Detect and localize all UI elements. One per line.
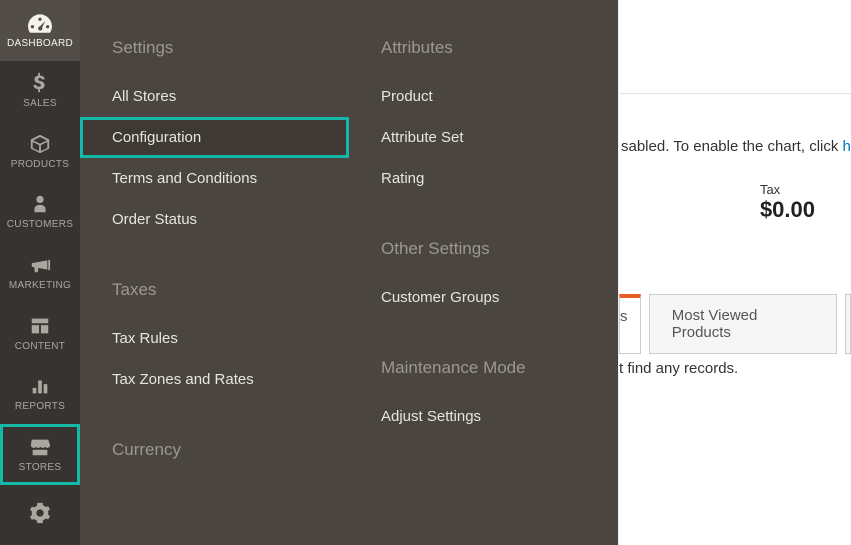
rail-label: DASHBOARD	[7, 38, 73, 49]
flyout-heading-maintenance: Maintenance Mode	[349, 318, 618, 396]
flyout-heading-currency: Currency	[80, 400, 349, 478]
flyout-rating[interactable]: Rating	[349, 158, 618, 199]
no-records-message: t find any records.	[619, 360, 738, 377]
flyout-tax-zones-rates[interactable]: Tax Zones and Rates	[80, 359, 349, 400]
box-icon	[27, 133, 53, 155]
flyout-col-1: Settings All Stores Configuration Terms …	[80, 0, 349, 545]
bars-icon	[27, 375, 53, 397]
megaphone-icon	[27, 254, 53, 276]
flyout-heading-other-settings: Other Settings	[349, 199, 618, 277]
person-icon	[27, 193, 53, 215]
flyout-product[interactable]: Product	[349, 76, 618, 117]
rail-dashboard[interactable]: DASHBOARD	[0, 0, 80, 61]
rail-customers[interactable]: CUSTOMERS	[0, 182, 80, 243]
rail-products[interactable]: PRODUCTS	[0, 121, 80, 182]
tax-value: $0.00	[760, 197, 815, 223]
flyout-heading-attributes: Attributes	[349, 38, 618, 76]
rail-system[interactable]	[0, 485, 80, 545]
flyout-configuration[interactable]: Configuration	[80, 117, 349, 158]
rail-label: CUSTOMERS	[7, 219, 73, 230]
tax-label: Tax	[760, 182, 815, 197]
rail-content[interactable]: CONTENT	[0, 303, 80, 364]
flyout-all-stores[interactable]: All Stores	[80, 76, 349, 117]
flyout-order-status[interactable]: Order Status	[80, 199, 349, 240]
rail-label: CONTENT	[15, 341, 65, 352]
chart-enable-link[interactable]: her	[843, 138, 851, 155]
flyout-heading-settings: Settings	[80, 38, 349, 76]
flyout-attribute-set[interactable]: Attribute Set	[349, 117, 618, 158]
flyout-col-2: Attributes Product Attribute Set Rating …	[349, 0, 618, 545]
main-content: sabled. To enable the chart, click her T…	[618, 0, 851, 545]
flyout-customer-groups[interactable]: Customer Groups	[349, 277, 618, 318]
admin-rail: DASHBOARD SALES PRODUCTS CUSTOMERS MARKE…	[0, 0, 80, 545]
rail-label: MARKETING	[9, 280, 71, 291]
dollar-icon	[27, 72, 53, 94]
tab-most-viewed-products[interactable]: Most Viewed Products	[649, 294, 837, 354]
flyout-tax-rules[interactable]: Tax Rules	[80, 318, 349, 359]
tab-active-partial[interactable]: s	[619, 294, 641, 354]
gear-icon	[27, 502, 53, 524]
rail-label: PRODUCTS	[11, 159, 70, 170]
page-header-area	[619, 0, 851, 94]
flyout-adjust-settings[interactable]: Adjust Settings	[349, 396, 618, 437]
rail-label: STORES	[19, 462, 62, 473]
stores-flyout: Settings All Stores Configuration Terms …	[80, 0, 618, 545]
rail-marketing[interactable]: MARKETING	[0, 242, 80, 303]
gauge-icon	[27, 12, 53, 34]
rail-stores[interactable]: STORES	[0, 424, 80, 485]
flyout-terms-conditions[interactable]: Terms and Conditions	[80, 158, 349, 199]
rail-label: REPORTS	[15, 401, 65, 412]
rail-reports[interactable]: REPORTS	[0, 363, 80, 424]
storefront-icon	[27, 436, 53, 458]
rail-sales[interactable]: SALES	[0, 61, 80, 122]
layout-icon	[27, 315, 53, 337]
chart-msg-text: sabled. To enable the chart, click	[621, 138, 843, 155]
tab-partial-next[interactable]	[845, 294, 851, 354]
tax-summary: Tax $0.00	[760, 182, 815, 223]
rail-label: SALES	[23, 98, 57, 109]
dashboard-tabs: s Most Viewed Products	[619, 294, 851, 354]
flyout-heading-taxes: Taxes	[80, 240, 349, 318]
chart-disabled-message: sabled. To enable the chart, click her	[619, 138, 851, 155]
